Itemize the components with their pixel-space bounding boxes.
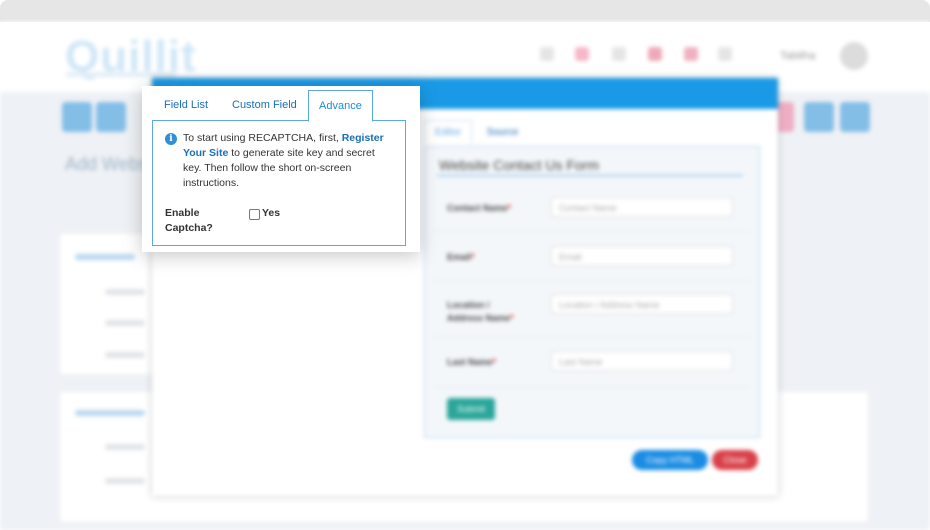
divider bbox=[433, 281, 751, 282]
header-icon bbox=[718, 47, 732, 61]
field-label-contact-name: Contact Name* bbox=[447, 203, 512, 213]
tab-advance[interactable]: Advance bbox=[308, 90, 373, 122]
browser-title-bar bbox=[0, 0, 930, 22]
list-button[interactable] bbox=[96, 102, 126, 132]
tab-field-list[interactable]: Field List bbox=[164, 90, 208, 121]
field-label-last-name: Last Name* bbox=[447, 357, 497, 367]
email-input[interactable]: Email bbox=[551, 246, 733, 266]
recaptcha-info-text: To start using RECAPTCHA, first, Registe… bbox=[183, 131, 395, 191]
captcha-yes-label[interactable]: Yes bbox=[262, 206, 280, 221]
header-icon bbox=[648, 47, 662, 61]
info-prefix: To start using RECAPTCHA, first, bbox=[183, 132, 342, 144]
contact-name-input[interactable]: Contact Name bbox=[551, 197, 733, 217]
field-label-location: Location / Address Name* bbox=[447, 300, 514, 323]
divider bbox=[437, 175, 743, 176]
divider bbox=[433, 387, 751, 388]
editor-tabs: Editor Source bbox=[424, 120, 528, 146]
edit-button[interactable] bbox=[804, 102, 834, 132]
ghost-text bbox=[105, 478, 145, 484]
header-username: Tabitha bbox=[780, 50, 816, 62]
logo-tagline bbox=[66, 72, 176, 77]
website-info-card bbox=[60, 234, 160, 374]
ghost-text bbox=[105, 352, 145, 358]
header-icon bbox=[540, 47, 554, 61]
section-contact-title bbox=[75, 410, 145, 416]
ghost-text bbox=[105, 289, 145, 295]
enable-captcha-label: Enable Captcha? bbox=[165, 207, 213, 234]
home-button[interactable] bbox=[62, 102, 92, 132]
search-button[interactable] bbox=[840, 102, 870, 132]
ghost-text bbox=[105, 444, 145, 450]
tab-editor[interactable]: Editor bbox=[424, 120, 473, 144]
last-name-input[interactable]: Last Name bbox=[551, 351, 733, 371]
avatar bbox=[840, 42, 868, 70]
divider bbox=[433, 337, 751, 338]
advance-settings-popup: Field List Custom Field Advance i To sta… bbox=[142, 86, 420, 252]
divider bbox=[433, 231, 751, 232]
tab-custom-field[interactable]: Custom Field bbox=[232, 90, 297, 121]
location-input[interactable]: Location / Address Name bbox=[551, 294, 733, 314]
copy-html-button[interactable]: Copy HTML bbox=[632, 450, 708, 470]
ghost-text bbox=[105, 320, 145, 326]
enable-captcha-checkbox[interactable] bbox=[249, 209, 260, 220]
ghost-text bbox=[75, 254, 135, 260]
header-icon bbox=[684, 47, 698, 61]
close-button[interactable]: Close bbox=[712, 450, 758, 470]
advance-tab-pane: i To start using RECAPTCHA, first, Regis… bbox=[152, 120, 406, 246]
form-title: Website Contact Us Form bbox=[439, 157, 600, 173]
background-page: Quillit Tabitha Add Website HTML form ge… bbox=[0, 22, 930, 530]
tab-source[interactable]: Source bbox=[477, 121, 529, 144]
form-preview-panel: Website Contact Us Form Contact Name* Co… bbox=[424, 146, 760, 438]
header-icon bbox=[575, 47, 589, 61]
info-icon: i bbox=[165, 133, 177, 145]
header-icon bbox=[612, 47, 626, 61]
field-label-email: Email* bbox=[447, 252, 475, 262]
submit-button[interactable]: Submit bbox=[447, 398, 495, 420]
